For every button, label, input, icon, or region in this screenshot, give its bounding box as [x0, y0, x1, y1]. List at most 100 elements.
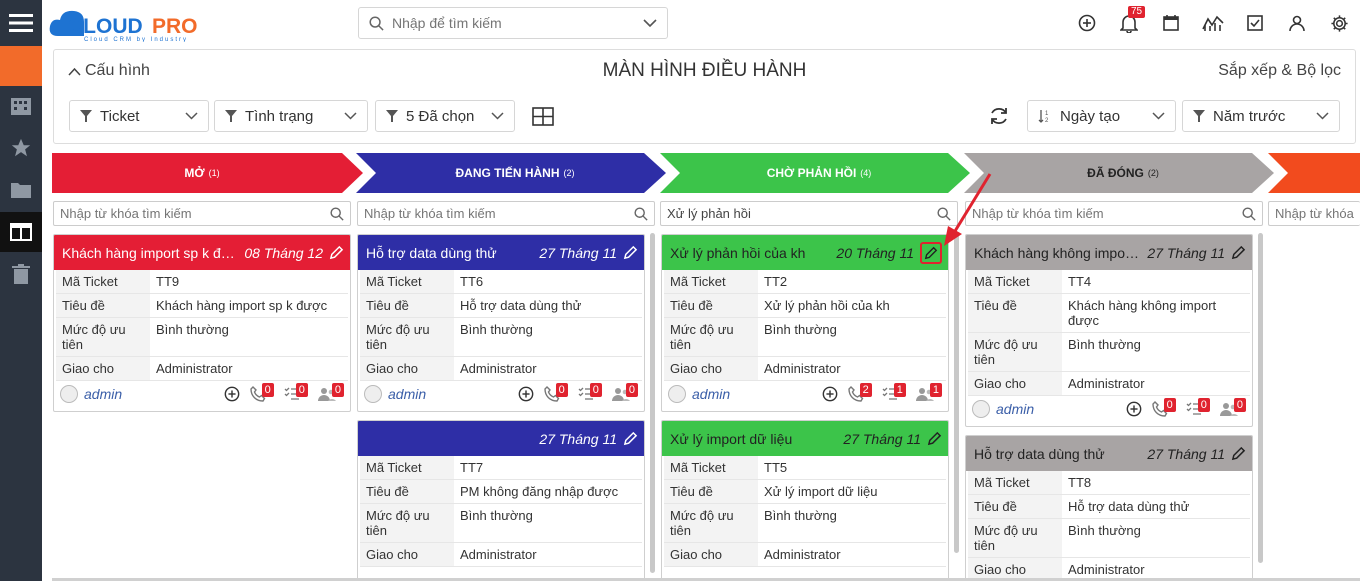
column-scrollbar[interactable]: [1258, 233, 1263, 563]
value-subject: PM không đăng nhập được: [460, 484, 619, 499]
sidebar-kanban-icon[interactable]: [0, 212, 42, 252]
edit-pencil-icon[interactable]: [329, 245, 344, 260]
config-toggle[interactable]: Cấu hình: [68, 62, 150, 80]
edit-pencil-icon[interactable]: [920, 241, 942, 264]
label-assignee: Giao cho: [360, 543, 454, 566]
edit-pencil-icon[interactable]: [623, 431, 638, 446]
chevron-down-icon[interactable]: [643, 18, 657, 28]
add-activity-icon[interactable]: [518, 386, 534, 402]
task-list-icon[interactable]: 0: [578, 383, 602, 402]
sort-filter-link[interactable]: Sắp xếp & Bộ lọc: [1218, 62, 1341, 80]
edit-pencil-icon[interactable]: [927, 431, 942, 446]
add-icon[interactable]: [1066, 0, 1108, 46]
participants-icon[interactable]: 0: [611, 383, 638, 402]
column-search-in-progress[interactable]: [357, 201, 655, 226]
participant-count: 1: [929, 383, 942, 397]
label-code: Mã Ticket: [968, 270, 1062, 293]
stage-in-progress[interactable]: ĐANG TIẾN HÀNH (2): [370, 153, 660, 193]
user-profile-icon[interactable]: [1276, 0, 1318, 46]
column-scrollbar[interactable]: [954, 233, 959, 553]
value-priority: Bình thường: [1068, 337, 1141, 352]
status-filter-select[interactable]: Tình trạng: [214, 100, 368, 132]
participants-icon[interactable]: 0: [1219, 398, 1246, 417]
column-search-input[interactable]: [1275, 206, 1354, 221]
value-priority: Bình thường: [764, 508, 837, 523]
task-list-icon[interactable]: 1: [882, 383, 906, 402]
add-activity-icon[interactable]: [224, 386, 240, 402]
value-priority: Bình thường: [460, 508, 533, 523]
stage-waiting-feedback[interactable]: CHỜ PHẢN HỒI (4): [674, 153, 964, 193]
card-user[interactable]: admin: [996, 401, 1034, 417]
task-list-icon[interactable]: 0: [284, 383, 308, 402]
pipeline-stages: MỞ (1) ĐANG TIẾN HÀNH (2) CHỜ PHẢN HỒI (4) …: [52, 153, 1360, 193]
global-search-input[interactable]: [392, 15, 643, 31]
column-search-open[interactable]: [53, 201, 351, 226]
edit-pencil-icon[interactable]: [1231, 446, 1246, 461]
value-code: TT6: [460, 274, 484, 289]
global-search[interactable]: [358, 7, 668, 39]
card-user[interactable]: admin: [692, 386, 730, 402]
task-list-icon[interactable]: 0: [1186, 398, 1210, 417]
participants-icon[interactable]: 1: [915, 383, 942, 402]
avatar: [972, 400, 990, 418]
edit-pencil-icon[interactable]: [623, 245, 638, 260]
add-activity-icon[interactable]: [822, 386, 838, 402]
edit-pencil-icon[interactable]: [1231, 245, 1246, 260]
participants-icon[interactable]: 0: [317, 383, 344, 402]
value-assignee: Administrator: [1068, 376, 1145, 391]
sidebar-trash-icon[interactable]: [0, 254, 42, 294]
column-search-input[interactable]: [972, 206, 1242, 221]
stage-closed[interactable]: ĐÃ ĐÓNG (2): [978, 153, 1268, 193]
value-code: TT2: [764, 274, 788, 289]
calendar-icon[interactable]: [1150, 0, 1192, 46]
card-title: Hỗ trợ data dùng thử: [366, 244, 497, 261]
value-priority: Bình thường: [460, 322, 533, 337]
card-user[interactable]: admin: [388, 386, 426, 402]
ticket-card[interactable]: Xử lý phản hồi của kh 20 Tháng 11 Mã Tic…: [661, 234, 949, 412]
top-bar: CLOUD PRO Cloud CRM by Industry 75: [42, 0, 1360, 46]
ticket-filter-select[interactable]: Ticket: [69, 100, 209, 132]
svg-text:2: 2: [1045, 118, 1049, 123]
call-icon[interactable]: 0: [543, 383, 568, 402]
report-chart-icon[interactable]: [1192, 0, 1234, 46]
label-subject: Tiêu đề: [360, 480, 454, 503]
chevron-down-icon: [1152, 112, 1165, 120]
add-activity-icon[interactable]: [1126, 401, 1142, 417]
sort-date-select[interactable]: 12 Ngày tạo: [1027, 100, 1176, 132]
board-layout-grid-icon[interactable]: [532, 107, 554, 131]
sidebar-building-icon[interactable]: [0, 86, 42, 126]
column-search-input[interactable]: [60, 206, 330, 221]
column-scrollbar[interactable]: [650, 233, 655, 573]
call-icon[interactable]: 0: [249, 383, 274, 402]
column-search-input[interactable]: [364, 206, 634, 221]
ticket-card[interactable]: Khách hàng không import... 27 Tháng 11 M…: [965, 234, 1253, 427]
stage-open[interactable]: MỞ (1): [52, 153, 352, 193]
cloudpro-logo[interactable]: CLOUD PRO Cloud CRM by Industry: [48, 6, 208, 43]
participant-count: 0: [1233, 398, 1246, 412]
ticket-card[interactable]: Xử lý import dữ liệu 27 Tháng 11 Mã Tick…: [661, 420, 949, 581]
ticket-card[interactable]: Hỗ trợ data dùng thử 27 Tháng 11 Mã Tick…: [357, 234, 645, 412]
settings-gear-icon[interactable]: [1318, 0, 1360, 46]
notification-bell-icon[interactable]: 75: [1108, 0, 1150, 46]
column-search-extra[interactable]: [1268, 201, 1360, 226]
call-icon[interactable]: 2: [847, 383, 872, 402]
column-search-input[interactable]: [667, 206, 937, 221]
selected-status-select[interactable]: 5 Đã chọn: [375, 100, 515, 132]
call-count: 2: [859, 383, 872, 397]
column-search-waiting[interactable]: [660, 201, 958, 226]
ticket-filter-label: Ticket: [100, 107, 140, 125]
hamburger-menu-icon[interactable]: [0, 0, 42, 46]
card-date: 08 Tháng 12: [244, 244, 323, 261]
card-user[interactable]: admin: [84, 386, 122, 402]
refresh-icon[interactable]: [988, 106, 1010, 131]
sidebar-folder-icon[interactable]: [0, 170, 42, 210]
ticket-card[interactable]: Khách hàng import sp k đư... 08 Tháng 12…: [53, 234, 351, 412]
column-search-closed[interactable]: [965, 201, 1263, 226]
ticket-card[interactable]: 27 Tháng 11 Mã Ticket TT7 Tiêu đề PM không…: [357, 420, 645, 581]
call-icon[interactable]: 0: [1151, 398, 1176, 417]
task-check-icon[interactable]: [1234, 0, 1276, 46]
sidebar-star-icon[interactable]: [0, 128, 42, 168]
stage-open-name: MỞ: [184, 166, 205, 180]
period-filter-select[interactable]: Năm trước: [1182, 100, 1340, 132]
ticket-card[interactable]: Hỗ trợ data dùng thử 27 Tháng 11 Mã Tick…: [965, 435, 1253, 581]
